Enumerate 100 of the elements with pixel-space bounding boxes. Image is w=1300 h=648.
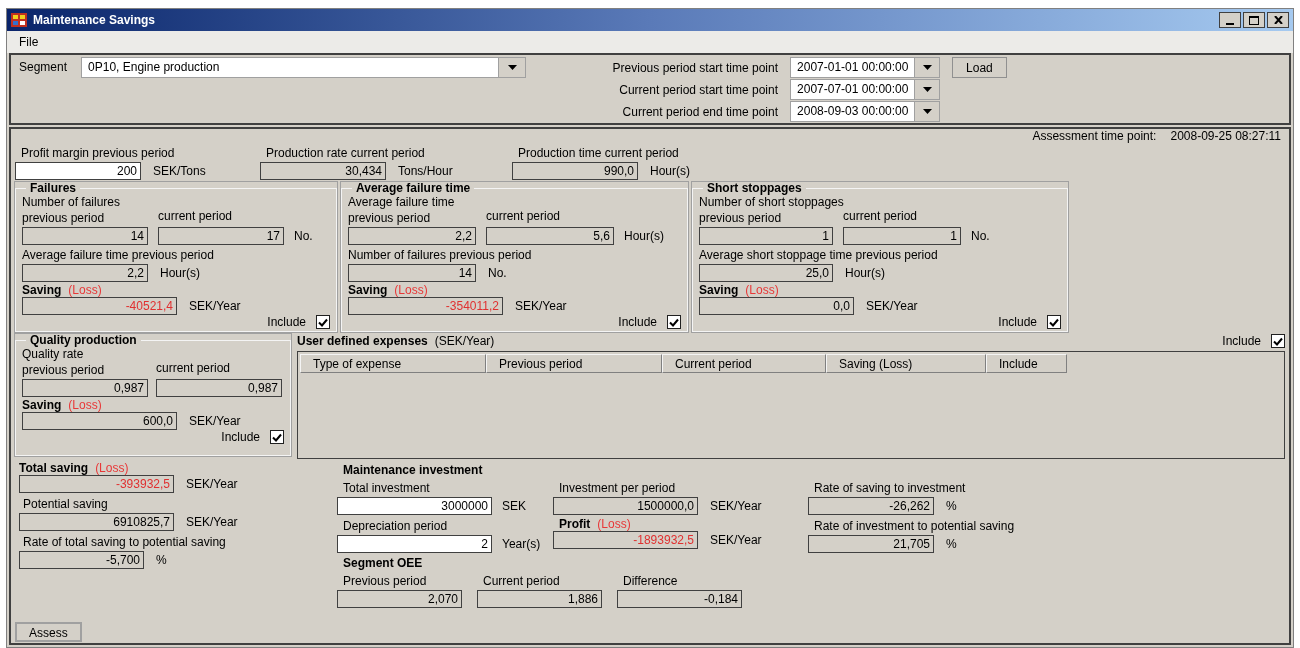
value-field: -0,184 <box>617 590 742 608</box>
include-checkbox[interactable] <box>667 315 681 329</box>
caret-icon <box>922 87 932 92</box>
unit-label: SEK/Year <box>710 499 762 513</box>
value-field: 30,434 <box>260 162 386 180</box>
unit-label: No. <box>971 229 990 243</box>
maximize-button[interactable] <box>1243 12 1265 28</box>
value-field: 1,886 <box>477 590 602 608</box>
loss-label: (Loss) <box>68 283 102 297</box>
field-label: Quality rate <box>22 347 85 361</box>
section-title: Segment OEE <box>343 556 423 570</box>
field-label: previous period <box>348 211 431 225</box>
column-header[interactable]: Previous period <box>486 354 662 373</box>
value-field: 990,0 <box>512 162 638 180</box>
dropdown-button[interactable] <box>498 58 526 77</box>
loss-label: (Loss) <box>95 461 129 475</box>
field-label: current period <box>486 209 561 225</box>
value-field: -354011,2 <box>348 297 503 315</box>
unit-label: % <box>946 537 957 551</box>
column-header[interactable]: Include <box>986 354 1067 373</box>
dropdown[interactable]: 2007-07-01 00:00:00 <box>790 79 941 100</box>
field-label: Previous period <box>343 574 427 588</box>
field-label: current period <box>156 361 231 377</box>
field-label: Rate of total saving to potential saving <box>23 535 226 549</box>
section-title: User defined expenses <box>297 334 428 348</box>
input-field[interactable]: 3000000 <box>337 497 492 515</box>
load-button[interactable]: Load <box>952 57 1007 78</box>
loss-label: (Loss) <box>394 283 428 297</box>
value-field: -5,700 <box>19 551 144 569</box>
field-label: Profit margin previous period <box>21 146 175 160</box>
caret-icon <box>922 109 932 114</box>
group-title: Failures <box>29 182 78 195</box>
dropdown-value: 2007-01-01 00:00:00 <box>796 59 910 76</box>
value-field: -40521,4 <box>22 297 177 315</box>
dropdown-value: 0P10, Engine production <box>87 59 221 76</box>
value-field: 2,070 <box>337 590 462 608</box>
unit-label: SEK/Year <box>710 533 762 547</box>
saving-label: Saving <box>699 283 739 297</box>
section-title: Maintenance investment <box>343 463 483 477</box>
dropdown[interactable]: 2007-01-01 00:00:00 <box>790 57 941 78</box>
unit-label: SEK/Year <box>866 299 918 313</box>
unit-label: No. <box>488 266 507 280</box>
caret-icon <box>507 65 517 70</box>
saving-label: Saving <box>348 283 388 297</box>
include-checkbox[interactable] <box>1047 315 1061 329</box>
unit-label: Hour(s) <box>845 266 885 280</box>
close-icon <box>1273 16 1283 24</box>
value-field: 600,0 <box>22 412 177 430</box>
value-field: 14 <box>348 264 476 282</box>
unit-label: SEK/Year <box>186 515 238 529</box>
include-label: Include <box>998 315 1037 329</box>
input-field[interactable]: 2 <box>337 535 492 553</box>
value-field: 17 <box>158 227 284 245</box>
minimize-button[interactable] <box>1219 12 1241 28</box>
input-field[interactable]: 200 <box>15 162 141 180</box>
value-field: 21,705 <box>808 535 934 553</box>
group-title: Quality production <box>29 334 138 347</box>
column-header[interactable]: Saving (Loss) <box>826 354 986 373</box>
check-icon <box>669 317 679 327</box>
field-label: Potential saving <box>23 497 108 511</box>
assess-button[interactable]: Assess <box>15 622 82 642</box>
include-checkbox[interactable] <box>1271 334 1285 348</box>
value-field: 6910825,7 <box>19 513 174 531</box>
include-label: Include <box>221 430 260 444</box>
menu-item[interactable]: File <box>13 33 45 51</box>
field-label: Rate of investment to potential saving <box>814 519 1015 533</box>
unit-label: SEK/Tons <box>153 164 206 178</box>
dropdown[interactable]: 2008-09-03 00:00:00 <box>790 101 941 122</box>
dropdown-button[interactable] <box>914 102 940 121</box>
column-header[interactable]: Type of expense <box>300 354 486 373</box>
loss-label: (Loss) <box>597 517 631 531</box>
profit-label: Profit <box>559 517 591 531</box>
include-label: Include <box>267 315 306 329</box>
value-field: 1500000,0 <box>553 497 698 515</box>
unit-label: Hour(s) <box>624 229 664 243</box>
unit-label: Year(s) <box>502 537 541 551</box>
segment-label: Segment <box>19 59 68 76</box>
dropdown[interactable]: 0P10, Engine production <box>81 57 527 78</box>
unit-label: % <box>156 553 167 567</box>
field-label: Number of short stoppages <box>699 195 845 209</box>
dropdown-button[interactable] <box>914 58 940 77</box>
include-checkbox[interactable] <box>270 430 284 444</box>
field-label: Total investment <box>343 481 430 495</box>
value-field: 0,987 <box>22 379 148 397</box>
unit-label: SEK/Year <box>515 299 567 313</box>
time-point-label: Current period end time point <box>621 103 779 121</box>
unit-label: SEK <box>502 499 526 513</box>
dropdown-button[interactable] <box>914 80 940 99</box>
assessment-value: 2008-09-25 08:27:11 <box>1170 129 1281 143</box>
include-checkbox[interactable] <box>316 315 330 329</box>
value-field: 0,0 <box>699 297 854 315</box>
column-header[interactable]: Current period <box>662 354 826 373</box>
field-label: Rate of saving to investment <box>814 481 966 495</box>
close-button[interactable] <box>1267 12 1289 28</box>
time-point-label: Previous period start time point <box>611 59 779 77</box>
field-label: Number of failures <box>22 195 122 209</box>
loss-label: (Loss) <box>745 283 779 297</box>
field-label: Average failure time previous period <box>22 248 214 262</box>
field-label: current period <box>158 209 233 225</box>
field-label: Current period <box>483 574 560 588</box>
